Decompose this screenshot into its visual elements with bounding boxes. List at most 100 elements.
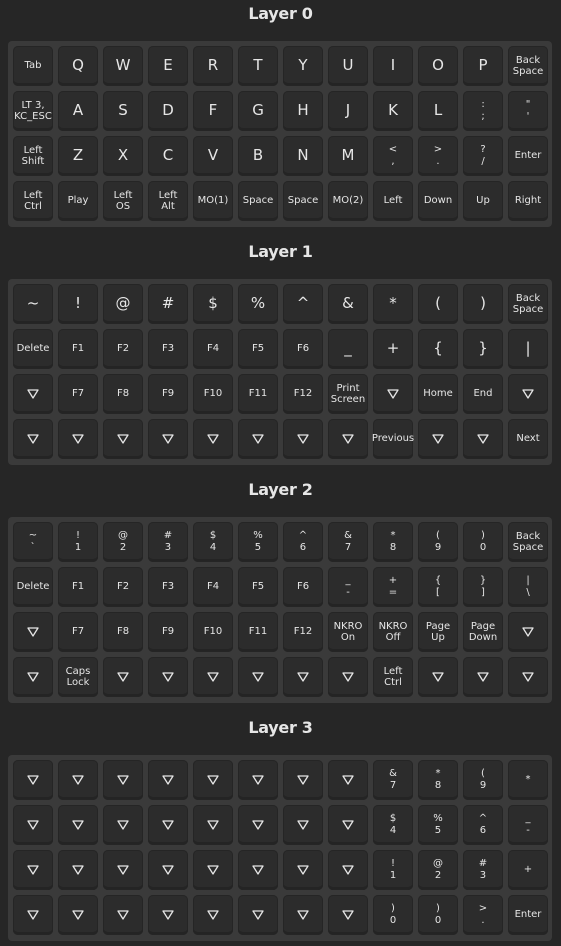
key[interactable]: [148, 760, 188, 800]
key[interactable]: End: [463, 374, 503, 414]
key[interactable]: [328, 657, 368, 697]
key[interactable]: #3: [463, 850, 503, 890]
key[interactable]: F9: [148, 612, 188, 652]
key[interactable]: ! 1: [58, 522, 98, 562]
key[interactable]: [238, 657, 278, 697]
key[interactable]: @: [103, 284, 143, 324]
key[interactable]: Home: [418, 374, 458, 414]
key[interactable]: [58, 419, 98, 459]
key[interactable]: Back Space: [508, 284, 548, 324]
key[interactable]: F7: [58, 612, 98, 652]
key[interactable]: W: [103, 46, 143, 86]
key[interactable]: F12: [283, 612, 323, 652]
key[interactable]: {[: [418, 567, 458, 607]
key[interactable]: O: [418, 46, 458, 86]
key[interactable]: [103, 850, 143, 890]
key[interactable]: [283, 895, 323, 935]
key[interactable]: F5: [238, 329, 278, 369]
key[interactable]: [463, 419, 503, 459]
key[interactable]: *: [373, 284, 413, 324]
key[interactable]: {: [418, 329, 458, 369]
key[interactable]: [13, 760, 53, 800]
key[interactable]: Space: [283, 181, 323, 221]
key[interactable]: [238, 805, 278, 845]
key[interactable]: Back Space: [508, 46, 548, 86]
key[interactable]: Up: [463, 181, 503, 221]
key[interactable]: F10: [193, 374, 233, 414]
key[interactable]: D: [148, 91, 188, 131]
key[interactable]: ) 0: [418, 895, 458, 935]
key[interactable]: [13, 895, 53, 935]
key[interactable]: R: [193, 46, 233, 86]
key[interactable]: ^ 6: [463, 805, 503, 845]
key[interactable]: NKRO Off: [373, 612, 413, 652]
key[interactable]: [58, 895, 98, 935]
key[interactable]: F2: [103, 329, 143, 369]
key[interactable]: ? /: [463, 136, 503, 176]
key[interactable]: [13, 419, 53, 459]
key[interactable]: % 5: [238, 522, 278, 562]
key[interactable]: Right: [508, 181, 548, 221]
key[interactable]: +: [373, 329, 413, 369]
key[interactable]: Y: [283, 46, 323, 86]
key[interactable]: @2: [418, 850, 458, 890]
key[interactable]: +: [508, 850, 548, 890]
key[interactable]: (9: [418, 522, 458, 562]
key[interactable]: [418, 657, 458, 697]
key[interactable]: ): [463, 284, 503, 324]
key[interactable]: Left: [373, 181, 413, 221]
key[interactable]: Down: [418, 181, 458, 221]
key[interactable]: [508, 657, 548, 697]
key[interactable]: F1: [58, 329, 98, 369]
key[interactable]: Delete: [13, 567, 53, 607]
key[interactable]: [148, 805, 188, 845]
key[interactable]: F12: [283, 374, 323, 414]
key[interactable]: Previous: [372, 419, 414, 459]
key[interactable]: F10: [193, 612, 233, 652]
key[interactable]: [283, 760, 323, 800]
key[interactable]: J: [328, 91, 368, 131]
key[interactable]: [148, 419, 188, 459]
key[interactable]: @2: [103, 522, 143, 562]
key[interactable]: !: [58, 284, 98, 324]
key[interactable]: [58, 760, 98, 800]
key[interactable]: Left Alt: [148, 181, 188, 221]
key[interactable]: }]: [463, 567, 503, 607]
key[interactable]: [148, 895, 188, 935]
key[interactable]: NKRO On: [328, 612, 368, 652]
key[interactable]: H: [283, 91, 323, 131]
key[interactable]: [238, 760, 278, 800]
key[interactable]: C: [148, 136, 188, 176]
key[interactable]: [193, 805, 233, 845]
key[interactable]: LT 3, KC_ESC: [13, 91, 53, 131]
key[interactable]: F3: [148, 567, 188, 607]
key[interactable]: F2: [103, 567, 143, 607]
key[interactable]: [193, 419, 233, 459]
key[interactable]: | \: [508, 567, 548, 607]
key[interactable]: $4: [193, 522, 233, 562]
key[interactable]: [13, 805, 53, 845]
key[interactable]: [103, 657, 143, 697]
key[interactable]: _ -: [508, 805, 548, 845]
key[interactable]: B: [238, 136, 278, 176]
key[interactable]: *: [508, 760, 548, 800]
key[interactable]: ^ 6: [283, 522, 323, 562]
key[interactable]: Page Up: [418, 612, 458, 652]
key[interactable]: A: [58, 91, 98, 131]
key[interactable]: [328, 419, 368, 459]
key[interactable]: [418, 419, 458, 459]
key[interactable]: V: [193, 136, 233, 176]
key[interactable]: >.: [463, 895, 503, 935]
key[interactable]: Left Shift: [13, 136, 53, 176]
key[interactable]: [13, 374, 53, 414]
key[interactable]: >.: [418, 136, 458, 176]
key[interactable]: [13, 850, 53, 890]
key[interactable]: F11: [238, 612, 278, 652]
key[interactable]: [508, 374, 548, 414]
key[interactable]: [13, 612, 53, 652]
key[interactable]: [328, 805, 368, 845]
key[interactable]: F8: [103, 374, 143, 414]
key[interactable]: ^: [283, 284, 323, 324]
key[interactable]: T: [238, 46, 278, 86]
key[interactable]: F1: [58, 567, 98, 607]
